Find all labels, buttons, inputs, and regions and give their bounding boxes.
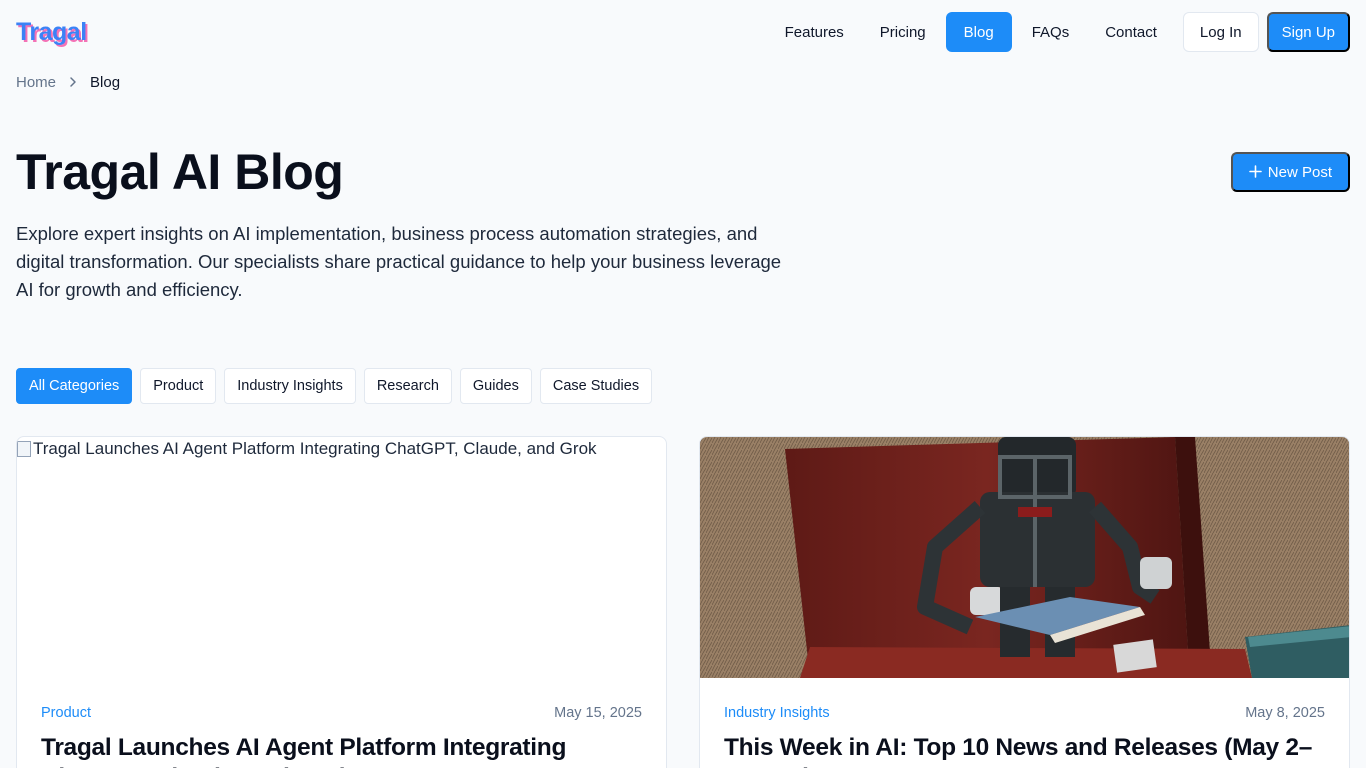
chevron-right-icon [68, 76, 78, 88]
main-nav: Features Pricing Blog FAQs Contact Log I… [767, 12, 1350, 52]
new-post-button[interactable]: New Post [1230, 152, 1350, 192]
post-meta: Product May 15, 2025 [41, 703, 642, 723]
nav-pricing[interactable]: Pricing [862, 12, 944, 52]
breadcrumb-current: Blog [90, 73, 121, 91]
tragal-logo[interactable]: Tragal [16, 16, 87, 48]
new-post-label: New Post [1267, 163, 1332, 181]
post-category[interactable]: Product [41, 705, 91, 721]
post-category[interactable]: Industry Insights [724, 705, 830, 721]
post-card[interactable]: Tragal Launches AI Agent Platform Integr… [16, 436, 667, 768]
filter-research[interactable]: Research [363, 368, 452, 404]
blog-intro: Explore expert insights on AI implementa… [16, 223, 782, 300]
filter-product[interactable]: Product [140, 368, 217, 404]
nav-blog[interactable]: Blog [945, 12, 1012, 52]
login-button[interactable]: Log In [1182, 12, 1259, 52]
post-image-broken[interactable]: Tragal Launches AI Agent Platform Integr… [17, 437, 666, 678]
filter-guides[interactable]: Guides [459, 368, 532, 404]
robot-reading-photo [700, 437, 1349, 678]
nav-faqs[interactable]: FAQs [1014, 12, 1088, 52]
filter-case-studies[interactable]: Case Studies [539, 368, 653, 404]
post-date: May 8, 2025 [1245, 705, 1325, 721]
post-date: May 15, 2025 [554, 705, 642, 721]
nav-contact[interactable]: Contact [1087, 12, 1175, 52]
plus-icon [1248, 162, 1262, 182]
post-title[interactable]: Tragal Launches AI Agent Platform Integr… [41, 733, 642, 768]
breadcrumb-home[interactable]: Home [16, 74, 56, 91]
post-title[interactable]: This Week in AI: Top 10 News and Release… [724, 733, 1325, 768]
filter-industry-insights[interactable]: Industry Insights [224, 368, 356, 404]
breadcrumb: Home Blog [16, 72, 120, 92]
post-image[interactable] [700, 437, 1349, 678]
broken-image-icon [17, 441, 31, 457]
post-image-alt-text: Tragal Launches AI Agent Platform Integr… [33, 439, 597, 458]
page-title: Tragal AI Blog [16, 144, 344, 200]
post-card[interactable]: Industry Insights May 8, 2025 This Week … [699, 436, 1350, 768]
post-meta: Industry Insights May 8, 2025 [724, 703, 1325, 723]
nav-features[interactable]: Features [767, 12, 862, 52]
top-header: Tragal Features Pricing Blog FAQs Contac… [0, 0, 1366, 64]
category-filters: All Categories Product Industry Insights… [16, 368, 653, 404]
filter-all-categories[interactable]: All Categories [16, 368, 133, 404]
signup-button[interactable]: Sign Up [1266, 12, 1350, 52]
